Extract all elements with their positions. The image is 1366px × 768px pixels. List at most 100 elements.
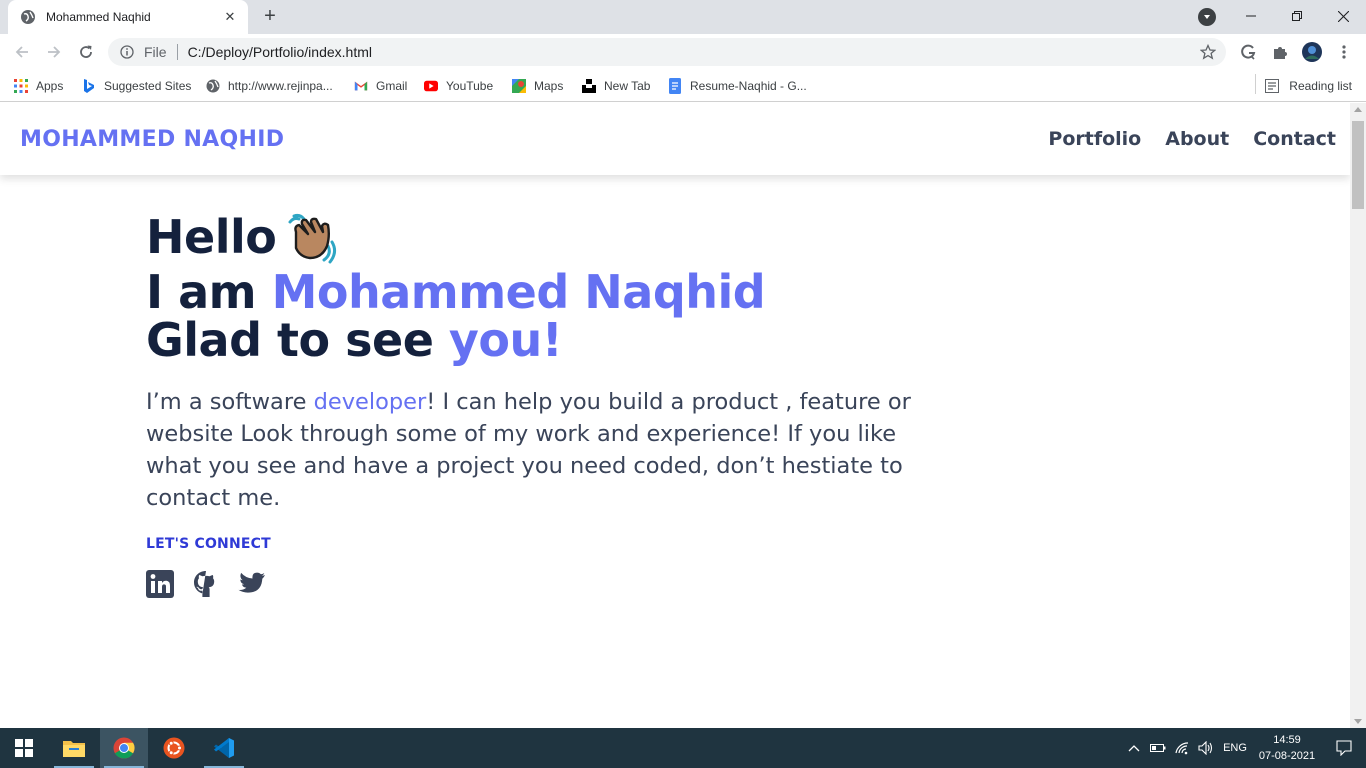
lets-connect-heading: LET'S CONNECT [146, 535, 271, 552]
taskbar-vscode[interactable] [200, 728, 248, 768]
bookmark-maps[interactable]: Maps [512, 76, 563, 96]
bookmark-resume[interactable]: Resume-Naqhid - G... [668, 76, 807, 96]
reading-list-label: Reading list [1289, 79, 1352, 93]
bookmarks-divider [1255, 74, 1256, 94]
site-nav: Portfolio About Contact [1048, 128, 1336, 150]
globe-icon [20, 9, 36, 25]
vscode-icon [214, 738, 234, 758]
globe-icon [206, 79, 220, 93]
site-logo[interactable]: MOHAMMED NAQHID [20, 127, 284, 152]
scroll-up-arrow-icon[interactable] [1354, 107, 1362, 112]
grammarly-extension-icon[interactable] [1238, 42, 1258, 62]
ubuntu-icon [163, 737, 185, 759]
action-center-icon[interactable] [1322, 740, 1366, 756]
file-explorer-icon [63, 741, 85, 757]
chrome-menu-icon[interactable] [1334, 42, 1354, 62]
browser-toolbar: File C:/Deploy/Portfolio/index.html [0, 34, 1366, 70]
scroll-down-arrow-icon[interactable] [1354, 719, 1362, 724]
address-bar[interactable]: File C:/Deploy/Portfolio/index.html [108, 38, 1226, 66]
intro-developer: developer [313, 388, 427, 415]
page-viewport: MOHAMMED NAQHID Portfolio About Contact … [0, 103, 1350, 728]
bookmark-gmail[interactable]: Gmail [354, 76, 407, 96]
reading-list-icon [1265, 79, 1280, 93]
linkedin-icon[interactable] [146, 569, 174, 598]
hero-line-3: Glad to see you! [146, 316, 946, 364]
bookmark-label: Gmail [376, 79, 408, 93]
social-links [146, 569, 946, 598]
start-icon [15, 739, 33, 757]
extensions-puzzle-icon[interactable] [1270, 42, 1290, 62]
hero-glad: Glad to see [146, 312, 449, 367]
reload-icon [80, 45, 92, 58]
hero-hello: Hello [146, 210, 277, 264]
url-scheme: File [144, 44, 167, 60]
scroll-thumb[interactable] [1352, 121, 1364, 209]
nav-contact[interactable]: Contact [1253, 128, 1336, 150]
tab-title: Mohammed Naqhid [46, 10, 151, 24]
forward-arrow-icon [48, 46, 61, 58]
bookmark-rejinpa[interactable]: http://www.rejinpa... [206, 76, 333, 96]
volume-icon[interactable] [1194, 741, 1218, 755]
bookmark-apps[interactable]: Apps [14, 76, 63, 96]
close-icon [1337, 10, 1349, 22]
bookmark-new-tab[interactable]: New Tab [582, 76, 650, 96]
info-icon[interactable] [120, 45, 134, 59]
hero-name: Mohammed Naqhid [271, 264, 766, 319]
tab-close-icon[interactable]: ✕ [222, 9, 238, 25]
forward-button[interactable] [42, 40, 66, 64]
taskbar-file-explorer[interactable] [50, 728, 98, 768]
bookmark-label: New Tab [604, 79, 651, 93]
clock-date: 07-08-2021 [1258, 750, 1316, 762]
battery-icon[interactable] [1146, 743, 1170, 753]
maps-icon [512, 79, 526, 93]
youtube-icon [424, 79, 438, 93]
wifi-icon[interactable] [1170, 741, 1194, 755]
new-tab-button[interactable]: + [258, 4, 282, 28]
intro-prefix: I’m a software [146, 388, 314, 415]
minimize-icon [1246, 15, 1256, 17]
browser-tab[interactable]: Mohammed Naqhid ✕ [8, 0, 248, 34]
hero-line-1: Hello [146, 213, 946, 268]
tray-overflow-chevron-icon[interactable] [1122, 744, 1146, 752]
nav-about[interactable]: About [1165, 128, 1229, 150]
input-language[interactable]: ENG [1218, 742, 1252, 754]
back-arrow-icon [15, 46, 28, 58]
bookmark-label: http://www.rejinpa... [228, 79, 333, 93]
bookmarks-bar: Apps Suggested Sites http://www.rejinpa.… [0, 70, 1366, 102]
back-button[interactable] [10, 40, 34, 64]
google-docs-icon [668, 78, 682, 94]
close-window-button[interactable] [1320, 0, 1366, 32]
unsplash-icon [582, 79, 596, 93]
bookmark-suggested-sites[interactable]: Suggested Sites [82, 76, 191, 96]
bookmark-label: Resume-Naqhid - G... [690, 79, 807, 93]
bookmark-label: YouTube [446, 79, 494, 93]
tab-search-button[interactable] [1198, 8, 1216, 26]
start-button[interactable] [0, 728, 48, 768]
waving-hand-icon [284, 210, 338, 264]
taskbar-chrome[interactable] [100, 728, 148, 768]
profile-avatar[interactable] [1302, 42, 1322, 62]
bookmark-label: Suggested Sites [104, 79, 192, 93]
bookmark-youtube[interactable]: YouTube [424, 76, 493, 96]
bookmark-star-icon[interactable] [1200, 44, 1216, 60]
minimize-button[interactable] [1228, 0, 1274, 32]
hero-i-am: I am [146, 264, 272, 319]
hero-you: you! [448, 312, 563, 367]
clock-time: 14:59 [1273, 734, 1301, 746]
page-scrollbar[interactable] [1350, 103, 1366, 728]
github-icon[interactable] [192, 570, 220, 598]
windows-taskbar: ENG 14:59 07-08-2021 [0, 728, 1366, 768]
taskbar-clock[interactable]: 14:59 07-08-2021 [1252, 732, 1322, 764]
chevron-down-icon [1204, 15, 1210, 19]
system-tray: ENG 14:59 07-08-2021 [1122, 728, 1366, 768]
reading-list-button[interactable]: Reading list [1265, 76, 1352, 96]
twitter-icon[interactable] [238, 570, 266, 598]
restore-icon [1292, 11, 1302, 21]
nav-portfolio[interactable]: Portfolio [1048, 128, 1141, 150]
url-text[interactable]: C:/Deploy/Portfolio/index.html [188, 44, 372, 60]
hero-line-2: I am Mohammed Naqhid [146, 268, 946, 316]
reload-button[interactable] [74, 40, 98, 64]
restore-button[interactable] [1274, 0, 1320, 32]
tab-strip: Mohammed Naqhid ✕ + [0, 0, 1366, 34]
taskbar-ubuntu[interactable] [150, 728, 198, 768]
